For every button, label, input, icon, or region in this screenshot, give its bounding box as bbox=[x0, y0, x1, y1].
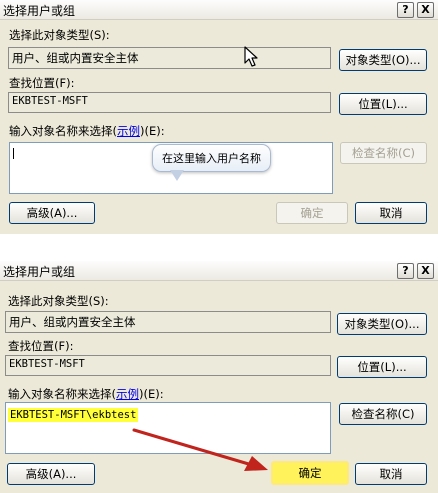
cancel-button[interactable]: 取消 bbox=[355, 202, 427, 224]
help-icon[interactable]: ? bbox=[397, 2, 414, 18]
advanced-button[interactable]: 高级(A)... bbox=[7, 463, 95, 485]
title-bar: 选择用户或组 ? X bbox=[0, 0, 438, 20]
object-types-button[interactable]: 对象类型(O)... bbox=[339, 49, 427, 71]
dialog-title: 选择用户或组 bbox=[3, 265, 76, 279]
locations-button[interactable]: 位置(L)... bbox=[337, 356, 427, 378]
ok-button[interactable]: 确定 bbox=[276, 202, 348, 224]
location-label: 查找位置(F): bbox=[9, 76, 75, 90]
location-label: 查找位置(F): bbox=[8, 339, 74, 353]
check-names-button[interactable]: 检查名称(C) bbox=[339, 403, 427, 425]
mouse-pointer-icon bbox=[244, 46, 258, 67]
object-types-button[interactable]: 对象类型(O)... bbox=[337, 313, 427, 335]
locations-button[interactable]: 位置(L)... bbox=[339, 93, 427, 115]
object-type-label: 选择此对象类型(S): bbox=[9, 28, 110, 42]
help-icon[interactable]: ? bbox=[397, 263, 414, 279]
location-field: EKBTEST-MSFT bbox=[8, 92, 331, 113]
enter-names-label-prefix: 输入对象名称来选择 bbox=[9, 124, 113, 138]
check-names-button[interactable]: 检查名称(C) bbox=[340, 142, 427, 164]
text-caret bbox=[13, 148, 14, 159]
enter-names-label-prefix: 输入对象名称来选择 bbox=[8, 387, 112, 401]
object-type-field: 用户、组或内置安全主体 bbox=[5, 311, 331, 333]
enter-names-label-suffix: (E): bbox=[144, 124, 165, 138]
red-arrow-icon bbox=[132, 428, 268, 471]
cancel-button[interactable]: 取消 bbox=[355, 463, 427, 485]
close-icon[interactable]: X bbox=[417, 2, 434, 18]
select-users-dialog-before: 选择用户或组 ? X 选择此对象类型(S): 用户、组或内置安全主体 对象类型(… bbox=[0, 0, 438, 234]
examples-link[interactable]: 示例 bbox=[117, 124, 140, 138]
hint-tooltip: 在这里输入用户名称 bbox=[152, 144, 271, 172]
examples-link[interactable]: 示例 bbox=[116, 387, 139, 401]
dialog-title: 选择用户或组 bbox=[3, 4, 76, 18]
object-type-label: 选择此对象类型(S): bbox=[8, 294, 109, 308]
enter-names-label: 输入对象名称来选择(示例)(E): bbox=[8, 387, 164, 401]
object-type-field: 用户、组或内置安全主体 bbox=[8, 47, 331, 69]
location-field: EKBTEST-MSFT bbox=[5, 355, 331, 376]
object-names-value: EKBTEST-MSFT\ekbtest bbox=[8, 408, 139, 422]
enter-names-label-suffix: (E): bbox=[143, 387, 164, 401]
title-bar: 选择用户或组 ? X bbox=[0, 261, 438, 281]
close-icon[interactable]: X bbox=[417, 263, 434, 279]
ok-button[interactable]: 确定 bbox=[271, 461, 349, 485]
advanced-button[interactable]: 高级(A)... bbox=[9, 202, 95, 224]
select-users-dialog-after: 选择用户或组 ? X 选择此对象类型(S): 用户、组或内置安全主体 对象类型(… bbox=[0, 261, 438, 493]
enter-names-label: 输入对象名称来选择(示例)(E): bbox=[9, 124, 165, 138]
tooltip-tail bbox=[170, 170, 184, 181]
